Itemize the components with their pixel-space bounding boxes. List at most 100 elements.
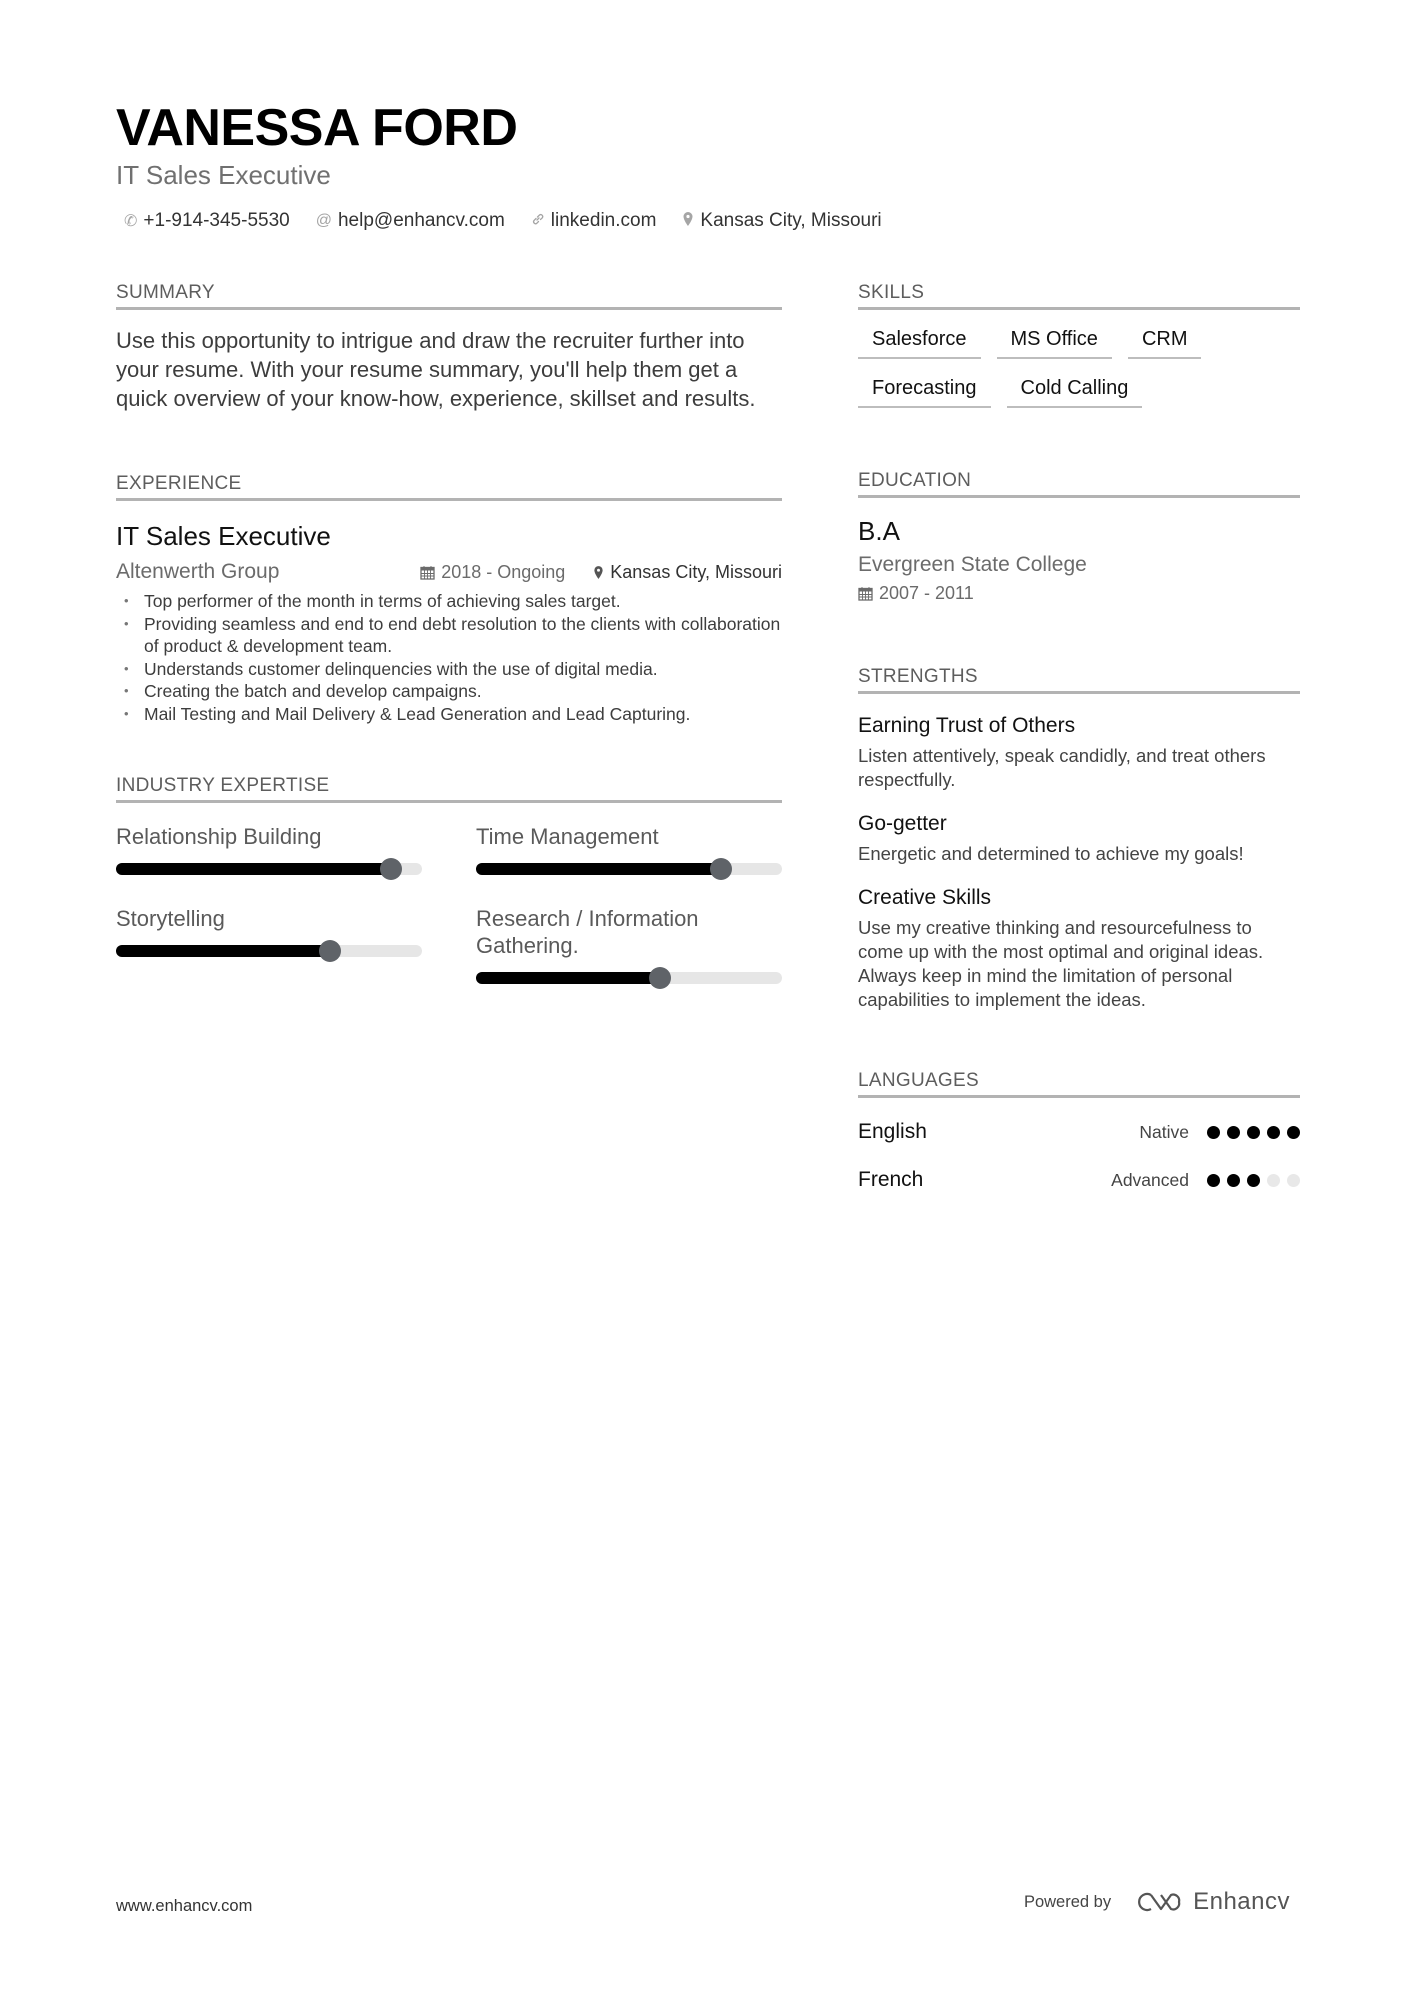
language-level: Advanced	[1111, 1169, 1189, 1190]
experience-section: EXPERIENCE IT Sales Executive Altenwerth…	[116, 473, 782, 725]
expertise-slider	[116, 858, 422, 880]
expertise-grid: Relationship Building Time Management St…	[116, 823, 782, 989]
job-bullet: Providing seamless and end to end debt r…	[116, 613, 782, 658]
language-row: French Advanced	[858, 1168, 1300, 1192]
languages-section: LANGUAGES English Native French Advanced	[858, 1070, 1300, 1192]
skill-tag: Cold Calling	[1006, 377, 1143, 408]
skills-heading: SKILLS	[858, 282, 1300, 310]
language-dots	[1207, 1125, 1300, 1139]
job-dates-text: 2018 - Ongoing	[441, 561, 566, 582]
slider-knob	[380, 858, 403, 880]
right-column: SKILLS Salesforce MS Office CRM Forecast…	[858, 282, 1300, 1192]
skill-tag: MS Office	[996, 328, 1112, 359]
job-bullet: Creating the batch and develop campaigns…	[116, 680, 782, 703]
education-dates: 2007 - 2011	[858, 583, 1300, 604]
expertise-item: Research / Information Gathering.	[476, 905, 782, 989]
resume-page: VANESSA FORD IT Sales Executive ✆ +1-914…	[0, 0, 1410, 1995]
candidate-title: IT Sales Executive	[116, 160, 331, 190]
contact-email[interactable]: @ help@enhancv.com	[316, 210, 505, 232]
slider-knob	[709, 858, 732, 880]
rating-dot-filled	[1207, 1173, 1220, 1187]
strength-title: Creative Skills	[858, 886, 992, 909]
strength-description: Use my creative thinking and resourceful…	[858, 917, 1264, 1010]
rating-dot-filled	[1207, 1125, 1220, 1139]
strength-title: Earning Trust of Others	[858, 714, 1076, 737]
expertise-slider	[476, 858, 782, 880]
slider-knob	[319, 940, 342, 962]
phone-icon: ✆	[124, 213, 138, 230]
company-name: Altenwerth Group	[116, 560, 280, 583]
location-text: Kansas City, Missouri	[700, 210, 882, 231]
brand-name: Enhancv	[1193, 1888, 1290, 1915]
language-dots	[1207, 1173, 1300, 1187]
industry-expertise-section: INDUSTRY EXPERTISE Relationship Building…	[116, 775, 782, 989]
footer-website[interactable]: www.enhancv.com	[116, 1897, 252, 1916]
slider-fill	[476, 863, 721, 875]
job-meta: Altenwerth Group 2018 - Ongoing Kansas C…	[116, 560, 782, 584]
left-column: SUMMARY Use this opportunity to intrigue…	[116, 282, 782, 989]
job-location-text: Kansas City, Missouri	[610, 561, 782, 582]
rating-dot-empty	[1287, 1173, 1300, 1187]
enhancv-logo[interactable]: Enhancv	[1137, 1888, 1290, 1916]
skill-tag: CRM	[1127, 328, 1202, 359]
language-name: French	[858, 1168, 924, 1191]
strength-title: Go-getter	[858, 812, 947, 835]
linkedin-text: linkedin.com	[550, 210, 657, 231]
languages-heading: LANGUAGES	[858, 1070, 1300, 1098]
rating-dot-filled	[1227, 1173, 1240, 1187]
industry-expertise-heading: INDUSTRY EXPERTISE	[116, 775, 782, 803]
expertise-label: Storytelling	[116, 906, 225, 931]
phone-text: +1-914-345-5530	[143, 210, 290, 231]
summary-section: SUMMARY Use this opportunity to intrigue…	[116, 282, 782, 413]
slider-fill	[116, 945, 331, 957]
location-pin-icon	[594, 565, 603, 579]
expertise-item: Time Management	[476, 823, 782, 880]
skill-tag: Forecasting	[858, 377, 991, 408]
email-text: help@enhancv.com	[337, 210, 505, 231]
expertise-label: Time Management	[476, 824, 659, 849]
experience-heading: EXPERIENCE	[116, 473, 782, 501]
strength-item: Creative Skills Use my creative thinking…	[858, 886, 1300, 1012]
location-pin-icon	[682, 211, 694, 232]
contact-location: Kansas City, Missouri	[682, 210, 882, 232]
strength-description: Energetic and determined to achieve my g…	[858, 843, 1244, 864]
expertise-item: Storytelling	[116, 905, 422, 984]
education-entry: B.A Evergreen State College 2007 - 2011	[858, 516, 1300, 604]
rating-dot-filled	[1267, 1125, 1280, 1139]
education-heading: EDUCATION	[858, 470, 1300, 498]
strength-item: Go-getter Energetic and determined to ac…	[858, 812, 1300, 866]
education-dates-text: 2007 - 2011	[879, 583, 974, 603]
rating-dot-filled	[1227, 1125, 1240, 1139]
calendar-icon	[420, 565, 435, 580]
at-icon: @	[315, 212, 332, 229]
slider-knob	[648, 967, 671, 989]
contact-linkedin[interactable]: linkedin.com	[531, 210, 657, 232]
skill-tags: Salesforce MS Office CRM Forecasting Col…	[858, 328, 1238, 408]
job-dates: 2018 - Ongoing	[420, 562, 565, 583]
job-bullets: Top performer of the month in terms of a…	[116, 590, 782, 725]
strengths-section: STRENGTHS Earning Trust of Others Listen…	[858, 666, 1300, 1012]
job-bullet: Understands customer delinquencies with …	[116, 658, 782, 681]
slider-fill	[116, 863, 392, 875]
job-bullet: Top performer of the month in terms of a…	[116, 590, 782, 613]
strength-item: Earning Trust of Others Listen attentive…	[858, 714, 1300, 792]
rating-dot-empty	[1267, 1173, 1280, 1187]
education-section: EDUCATION B.A Evergreen State College 20…	[858, 470, 1300, 604]
enhancv-logo-icon	[1138, 1892, 1181, 1912]
school-name: Evergreen State College	[858, 553, 1087, 576]
powered-by-text: Powered by	[1023, 1892, 1112, 1911]
strengths-heading: STRENGTHS	[858, 666, 1300, 694]
language-row: English Native	[858, 1120, 1300, 1144]
skills-section: SKILLS Salesforce MS Office CRM Forecast…	[858, 282, 1300, 408]
contact-bar: ✆ +1-914-345-5530 @ help@enhancv.com lin…	[124, 210, 882, 232]
expertise-slider	[476, 967, 782, 989]
candidate-name: VANESSA FORD	[116, 99, 518, 157]
language-level: Native	[1139, 1121, 1189, 1142]
language-name: English	[858, 1120, 927, 1143]
rating-dot-filled	[1287, 1125, 1300, 1139]
job-location: Kansas City, Missouri	[593, 562, 782, 583]
job-bullet: Mail Testing and Mail Delivery & Lead Ge…	[116, 703, 782, 726]
expertise-slider	[116, 940, 422, 962]
job-role: IT Sales Executive	[116, 521, 331, 551]
contact-phone[interactable]: ✆ +1-914-345-5530	[124, 210, 290, 232]
